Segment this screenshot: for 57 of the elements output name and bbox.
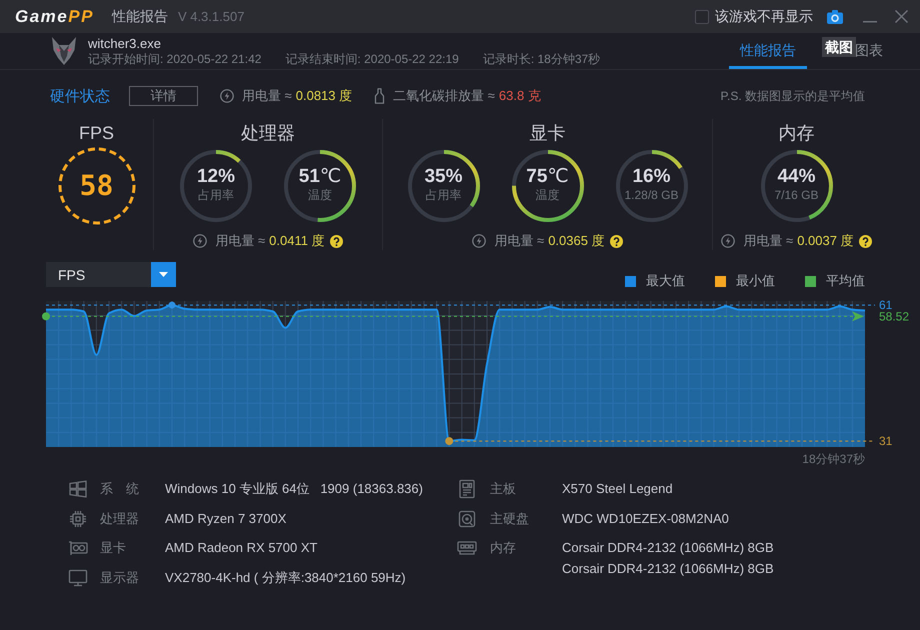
- legend-label: 最小值: [736, 272, 775, 290]
- spec-label: 显卡: [100, 539, 127, 557]
- section-heading: 硬件状态: [50, 86, 110, 106]
- power-value: 0.0037 度: [797, 232, 854, 250]
- version-label: V 4.3.1.507: [178, 9, 244, 24]
- spec-value: X570 Steel Legend: [562, 480, 674, 498]
- gauge-caption: 温度: [536, 188, 560, 202]
- gauge-value: 75℃: [526, 166, 569, 188]
- emission-value: 63.8 克: [498, 87, 541, 105]
- spec-label: 显示器: [100, 568, 140, 586]
- gauge-caption: 7/16 GB: [774, 188, 819, 202]
- spec-label: 主板: [490, 480, 517, 498]
- spec-label: 处理器: [100, 510, 140, 528]
- power-label: 用电量 ≈: [743, 232, 794, 250]
- window-title: 性能报告: [112, 8, 168, 26]
- note-text: P.S. 数据图显示的是平均值: [720, 88, 865, 104]
- section-title: 显卡: [530, 122, 566, 145]
- section-title: FPS: [78, 122, 114, 145]
- section-title: 内存: [778, 122, 814, 145]
- legend-label: 最大值: [646, 272, 685, 290]
- game-executable: witcher3.exe: [88, 36, 162, 50]
- spec-label: 系 统: [100, 480, 140, 498]
- power-value: 0.0813 度: [296, 87, 352, 105]
- gauge-caption: 温度: [308, 188, 332, 202]
- spec-value: Windows 10 专业版 64位 1909 (18363.836): [165, 480, 424, 498]
- spec-value: VX2780-4K-hd ( 分辨率:3840*2160 59Hz): [165, 568, 407, 587]
- spec-value: AMD Ryzen 7 3700X: [165, 510, 288, 528]
- gauge-value: 35%: [424, 166, 463, 188]
- section-title: 处理器: [241, 122, 295, 145]
- power-value: 0.0411 度: [269, 232, 325, 250]
- gauge-value: 16%: [632, 166, 671, 188]
- start-time: 记录开始时间: 2020-05-22 21:42: [88, 50, 262, 66]
- power-value: 0.0365 度: [548, 232, 605, 250]
- record-duration: 记录时长: 18分钟37秒: [482, 50, 600, 66]
- spec-value: WDC WD10EZEX-08M2NA0: [562, 510, 730, 528]
- spec-value: Corsair DDR4-2132 (1066MHz) 8GB: [562, 560, 775, 578]
- gauge-caption: 占用率: [198, 188, 234, 202]
- spec-label: 内存: [490, 539, 517, 557]
- spec-label: 主硬盘: [490, 510, 530, 528]
- gauge-caption: 1.28/8 GB: [624, 188, 679, 202]
- tooltip: 截图: [822, 37, 856, 57]
- spec-value: AMD Radeon RX 5700 XT: [165, 539, 318, 557]
- legend-label: 平均值: [826, 272, 865, 290]
- power-label: 用电量 ≈: [494, 232, 544, 250]
- gauge-value: 12%: [196, 166, 236, 188]
- axis-tick-label: 31: [879, 434, 892, 448]
- spec-value: Corsair DDR4-2132 (1066MHz) 8GB: [562, 539, 775, 557]
- app-logo: GamePP: [15, 6, 94, 26]
- gauge-caption: 占用率: [426, 188, 462, 202]
- fps-value: 58: [80, 171, 114, 201]
- end-time: 记录结束时间: 2020-05-22 22:19: [285, 50, 459, 66]
- power-label: 用电量 ≈: [215, 232, 266, 250]
- power-label: 用电量 ≈: [242, 87, 292, 105]
- time-axis-label: 18分钟37秒: [802, 452, 865, 467]
- gauge-value: 44%: [777, 166, 816, 188]
- emission-label: 二氧化碳排放量 ≈: [393, 87, 495, 105]
- gauge-value: 51℃: [298, 166, 342, 188]
